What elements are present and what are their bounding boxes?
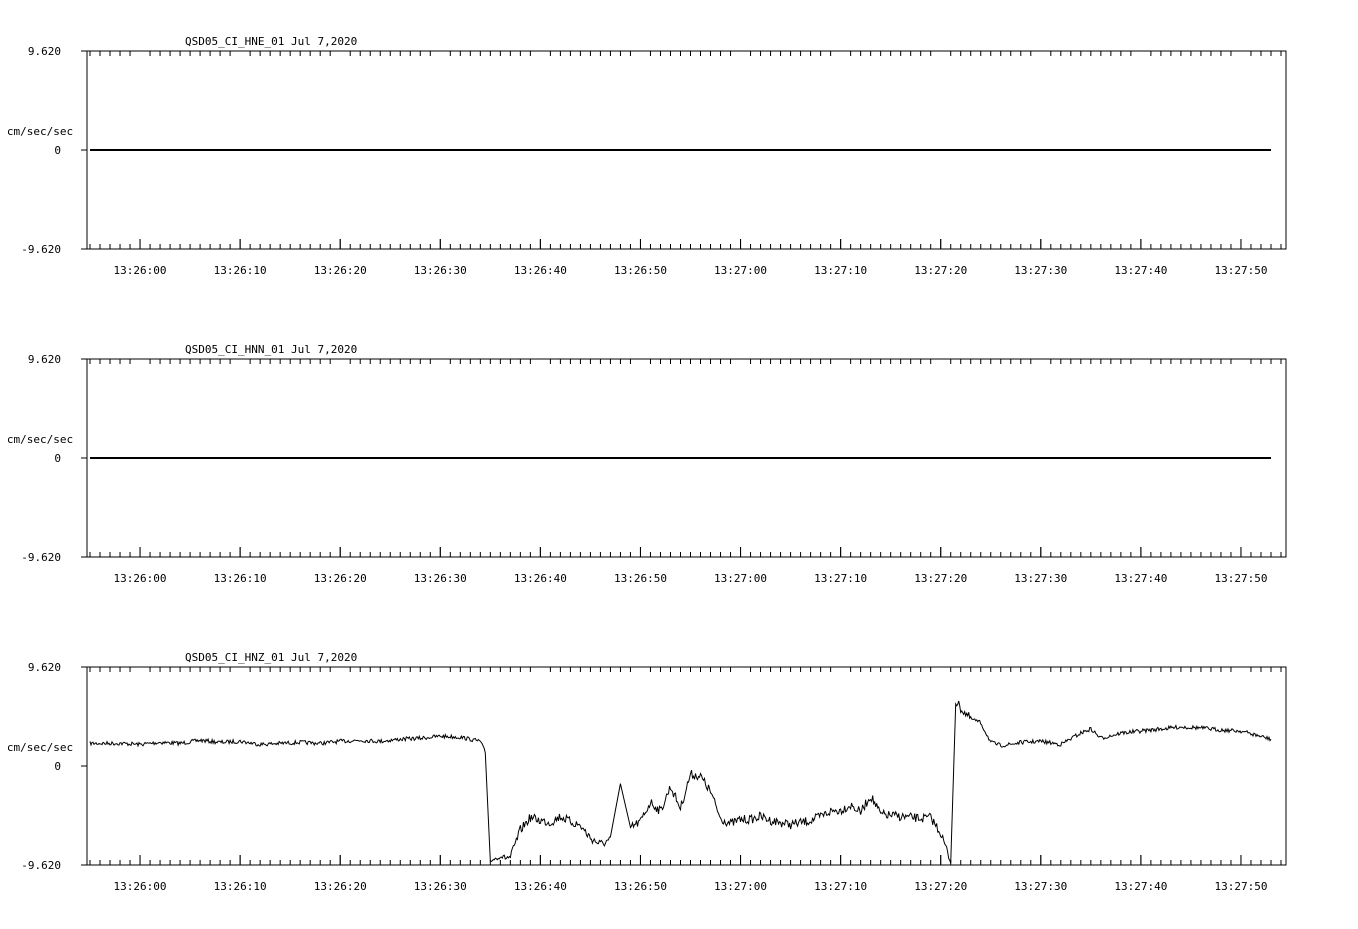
x-tick-label: 13:27:30 — [1014, 264, 1067, 277]
y-axis-label: cm/sec/sec — [7, 125, 73, 138]
x-tick-label: 13:26:40 — [514, 264, 567, 277]
x-tick-label: 13:27:00 — [714, 264, 767, 277]
x-tick-label: 13:27:50 — [1214, 572, 1267, 585]
x-tick-label: 13:27:00 — [714, 572, 767, 585]
x-tick-label: 13:26:40 — [514, 572, 567, 585]
x-tick-label: 13:26:20 — [314, 264, 367, 277]
seismogram-svg: QSD05_CI_HNE_01 Jul 7,2020 9.620 0 -9.620 cm… — [7, 35, 1287, 893]
panel-title: QSD05_CI_HNE_01 Jul 7,2020 — [185, 35, 357, 48]
y-axis-label: cm/sec/sec — [7, 741, 73, 754]
x-tick-label: 13:27:50 — [1214, 880, 1267, 893]
panel-title: QSD05_CI_HNN_01 Jul 7,2020 — [185, 343, 357, 356]
y-tick-label: -9.620 — [21, 243, 61, 256]
y-tick-label: 0 — [54, 452, 61, 465]
y-tick-label: 9.620 — [28, 45, 61, 58]
panel-title: QSD05_CI_HNZ_01 Jul 7,2020 — [185, 651, 357, 664]
panel-2: QSD05_CI_HNN_01 Jul 7,2020 9.620 0 -9.620 cm… — [7, 343, 1287, 585]
y-tick-label: 0 — [54, 144, 61, 157]
y-tick-label: 9.620 — [28, 661, 61, 674]
y-tick-label: 0 — [54, 760, 61, 773]
panel-1: QSD05_CI_HNE_01 Jul 7,2020 9.620 0 -9.620 cm… — [7, 35, 1287, 277]
x-tick-label: 13:27:30 — [1014, 880, 1067, 893]
x-tick-label: 13:26:10 — [214, 572, 267, 585]
x-tick-label: 13:27:40 — [1114, 880, 1167, 893]
x-tick-label: 13:27:10 — [814, 572, 867, 585]
x-tick-label: 13:26:00 — [114, 264, 167, 277]
x-tick-label: 13:26:20 — [314, 572, 367, 585]
x-tick-label: 13:26:10 — [214, 264, 267, 277]
x-tick-label: 13:26:50 — [614, 572, 667, 585]
x-tick-label: 13:26:50 — [614, 264, 667, 277]
x-tick-label: 13:26:00 — [114, 572, 167, 585]
x-tick-label: 13:27:20 — [914, 880, 967, 893]
x-tick-label: 13:27:00 — [714, 880, 767, 893]
y-tick-label: -9.620 — [21, 859, 61, 872]
x-tick-label: 13:26:30 — [414, 880, 467, 893]
trace-line — [89, 700, 1272, 864]
x-tick-label: 13:26:40 — [514, 880, 567, 893]
x-tick-label: 13:26:50 — [614, 880, 667, 893]
x-tick-label: 13:26:20 — [314, 880, 367, 893]
x-tick-label: 13:26:00 — [114, 880, 167, 893]
x-tick-label: 13:27:40 — [1114, 264, 1167, 277]
x-tick-label: 13:26:30 — [414, 264, 467, 277]
x-tick-label: 13:27:20 — [914, 264, 967, 277]
y-tick-label: 9.620 — [28, 353, 61, 366]
y-axis-label: cm/sec/sec — [7, 433, 73, 446]
x-tick-label: 13:27:40 — [1114, 572, 1167, 585]
y-tick-label: -9.620 — [21, 551, 61, 564]
x-tick-label: 13:27:30 — [1014, 572, 1067, 585]
x-tick-label: 13:26:30 — [414, 572, 467, 585]
seismogram-figure: QSD05_CI_HNE_01 Jul 7,2020 9.620 0 -9.620 cm… — [0, 0, 1358, 924]
plot-frame — [86, 666, 1287, 866]
x-tick-label: 13:27:10 — [814, 880, 867, 893]
x-tick-label: 13:27:50 — [1214, 264, 1267, 277]
panel-3: QSD05_CI_HNZ_01 Jul 7,2020 9.620 0 -9.620 cm… — [7, 651, 1287, 893]
x-tick-label: 13:26:10 — [214, 880, 267, 893]
x-tick-label: 13:27:20 — [914, 572, 967, 585]
x-tick-label: 13:27:10 — [814, 264, 867, 277]
